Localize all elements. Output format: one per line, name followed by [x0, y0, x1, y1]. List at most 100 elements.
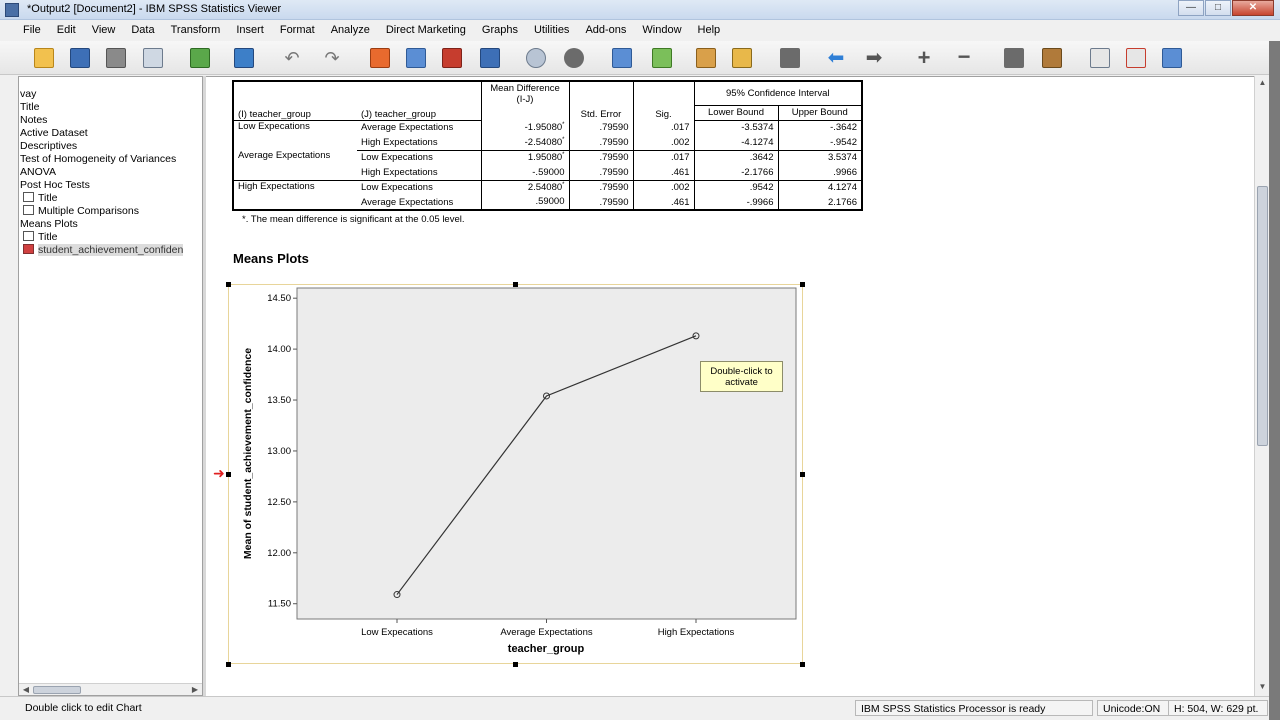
cell-lower: -2.1766 — [694, 165, 779, 181]
resize-handle[interactable] — [513, 662, 518, 667]
cell-sig: .461 — [633, 195, 695, 211]
resize-handle[interactable] — [513, 282, 518, 287]
goto-variable-icon[interactable] — [440, 46, 464, 70]
promote-icon[interactable]: ⬅ — [824, 46, 848, 70]
close-button[interactable]: ✕ — [1232, 0, 1274, 16]
show-icon[interactable] — [1002, 46, 1026, 70]
outline-item-oneway[interactable]: vay — [20, 88, 36, 101]
outline-item-post-hoc-title[interactable]: Title — [23, 192, 57, 205]
chart-selection-frame[interactable]: 11.50 12.00 12.50 13.00 13.50 14.00 14.50 Low … — [228, 284, 803, 664]
resize-handle[interactable] — [800, 662, 805, 667]
outline-item-multiple-comparisons[interactable]: Multiple Comparisons — [23, 205, 139, 218]
output-vertical-scrollbar[interactable]: ▲ ▼ — [1254, 76, 1269, 696]
resize-handle[interactable] — [226, 282, 231, 287]
menu-view[interactable]: View — [84, 20, 124, 41]
hide-icon[interactable] — [610, 46, 634, 70]
cell-lower: -3.5374 — [694, 120, 779, 135]
x-axis: Low Expecations Average Expectations High … — [361, 619, 735, 638]
redo-icon[interactable]: ↷ — [320, 46, 344, 70]
outline-item-active-dataset[interactable]: Active Dataset — [20, 127, 88, 140]
recall-dialog-icon[interactable] — [232, 46, 256, 70]
menu-add-ons[interactable]: Add-ons — [577, 20, 634, 41]
menu-data[interactable]: Data — [123, 20, 162, 41]
header-upper-bound: Upper Bound — [778, 105, 863, 121]
scroll-up-icon[interactable]: ▲ — [1257, 78, 1268, 90]
y-axis-label: Mean of student_achievement_confidence — [242, 348, 254, 559]
means-plot-chart[interactable]: 11.50 12.00 12.50 13.00 13.50 14.00 14.50 Low … — [229, 285, 802, 663]
row-label-j: High Expectations — [357, 135, 482, 151]
output-pane[interactable]: Mean Difference (I-J) Std. Error Sig. 95… — [206, 76, 1254, 696]
cell-mean-diff: -1.95080* — [481, 120, 570, 135]
insert-title-icon[interactable] — [730, 46, 754, 70]
save-icon[interactable] — [68, 46, 92, 70]
outline-item-post-hoc[interactable]: Post Hoc Tests — [20, 179, 90, 192]
cell-sig: .461 — [633, 165, 695, 181]
outline-item-anova[interactable]: ANOVA — [20, 166, 56, 179]
scroll-left-icon[interactable]: ◀ — [21, 685, 31, 695]
outline-item-notes[interactable]: Notes — [20, 114, 47, 127]
collapse-icon[interactable]: − — [952, 46, 976, 70]
multiple-comparisons-table[interactable]: Mean Difference (I-J) Std. Error Sig. 95… — [232, 80, 863, 211]
outline-item-chart[interactable]: student_achievement_confiden — [23, 244, 184, 257]
menu-help[interactable]: Help — [690, 20, 729, 41]
menu-edit[interactable]: Edit — [49, 20, 84, 41]
status-dimensions: H: 504, W: 629 pt. — [1168, 700, 1268, 716]
resize-handle[interactable] — [226, 472, 231, 477]
scroll-right-icon[interactable]: ▶ — [190, 685, 200, 695]
scroll-down-icon[interactable]: ▼ — [1257, 682, 1268, 694]
open-icon[interactable] — [32, 46, 56, 70]
custom-icon[interactable] — [1160, 46, 1184, 70]
status-hint: Double click to edit Chart — [25, 702, 142, 714]
menu-analyze[interactable]: Analyze — [323, 20, 378, 41]
menu-format[interactable]: Format — [272, 20, 323, 41]
cell-sig: .017 — [633, 150, 695, 165]
cell-upper: -.9542 — [778, 135, 863, 151]
cell-std-error: .79590 — [569, 180, 634, 195]
cell-upper: 4.1274 — [778, 180, 863, 195]
expand-icon[interactable]: + — [912, 46, 936, 70]
outline-item-homogeneity[interactable]: Test of Homogeneity of Variances — [20, 153, 176, 166]
demote-icon[interactable]: ➡ — [862, 46, 886, 70]
print-icon[interactable] — [104, 46, 128, 70]
select-cases-icon[interactable] — [524, 46, 548, 70]
menu-file[interactable]: File — [15, 20, 49, 41]
variables-icon[interactable] — [478, 46, 502, 70]
resize-handle[interactable] — [800, 472, 805, 477]
outline-item-means-plots[interactable]: Means Plots — [20, 218, 78, 231]
undo-icon[interactable]: ↶ — [280, 46, 304, 70]
menu-direct-marketing[interactable]: Direct Marketing — [378, 20, 474, 41]
menu-utilities[interactable]: Utilities — [526, 20, 577, 41]
toggle-icon[interactable] — [1124, 46, 1148, 70]
resize-handle[interactable] — [226, 662, 231, 667]
insert-output-icon[interactable] — [694, 46, 718, 70]
navigation-icon[interactable] — [1088, 46, 1112, 70]
menu-insert[interactable]: Insert — [228, 20, 272, 41]
minimize-button[interactable]: — — [1178, 0, 1204, 16]
maximize-button[interactable]: □ — [1205, 0, 1231, 16]
y-tick-label: 13.50 — [267, 395, 291, 406]
scroll-thumb[interactable] — [33, 686, 81, 694]
menu-window[interactable]: Window — [634, 20, 689, 41]
menu-graphs[interactable]: Graphs — [474, 20, 526, 41]
y-tick-label: 13.00 — [267, 446, 291, 457]
designate-window-icon[interactable] — [650, 46, 674, 70]
hide-selected-icon[interactable] — [1040, 46, 1064, 70]
outline-item-title[interactable]: Title — [20, 101, 39, 114]
show-all-icon[interactable] — [562, 46, 586, 70]
goto-data-icon[interactable] — [368, 46, 392, 70]
scroll-thumb[interactable] — [1257, 186, 1268, 446]
print-preview-icon[interactable] — [141, 46, 165, 70]
menu-transform[interactable]: Transform — [163, 20, 229, 41]
cell-mean-diff: -2.54080* — [481, 135, 570, 151]
outline-pane[interactable]: vay Title Notes Active Dataset Descripti… — [18, 76, 203, 696]
cell-sig: .017 — [633, 120, 695, 135]
header-std-error: Std. Error — [569, 80, 634, 120]
outline-horizontal-scrollbar[interactable]: ◀ ▶ — [19, 683, 202, 695]
cell-sig: .002 — [633, 180, 695, 195]
outline-item-descriptives[interactable]: Descriptives — [20, 140, 77, 153]
resize-handle[interactable] — [800, 282, 805, 287]
export-icon[interactable] — [188, 46, 212, 70]
insert-chart-icon[interactable] — [778, 46, 802, 70]
goto-case-icon[interactable] — [404, 46, 428, 70]
outline-item-means-plots-title[interactable]: Title — [23, 231, 57, 244]
